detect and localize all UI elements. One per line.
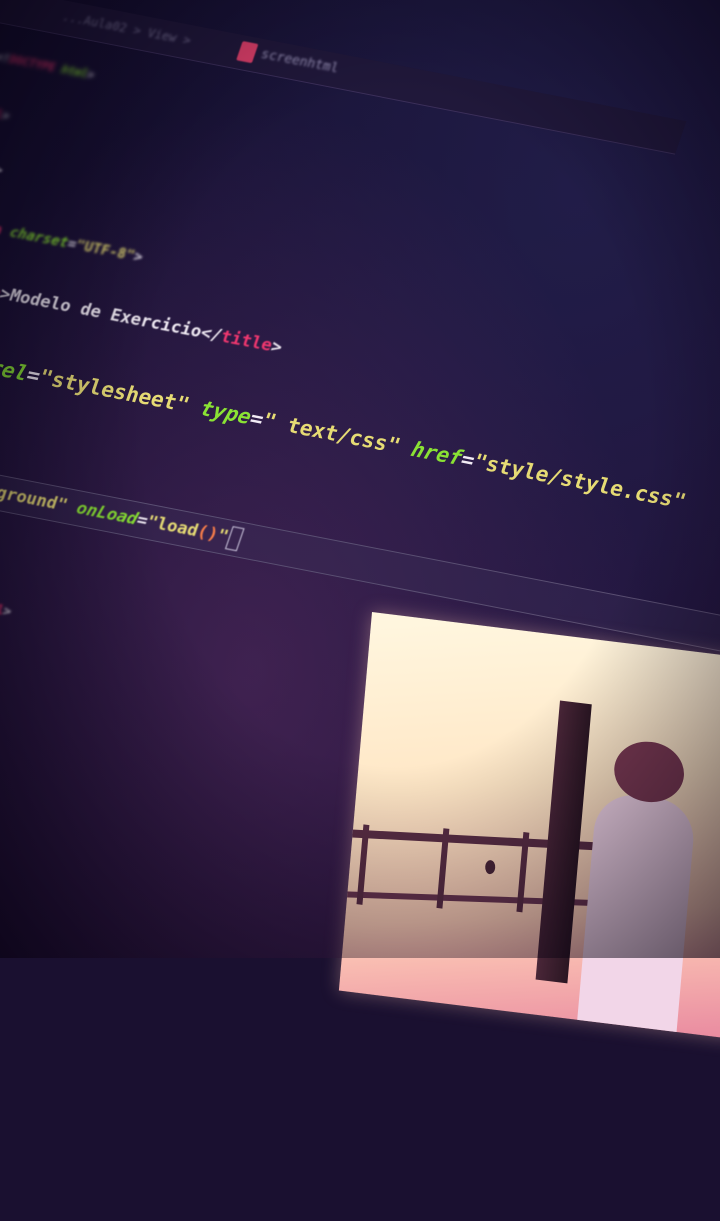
code-token: charset	[0, 222, 71, 252]
code-token: DOCTYPE	[7, 53, 58, 75]
code-token: title	[217, 326, 275, 356]
code-line[interactable]: <html>	[0, 103, 11, 123]
code-token: Modelo de Exercicio	[6, 285, 205, 343]
code-token: html	[52, 62, 90, 81]
person-silhouette	[576, 790, 697, 1040]
code-line[interactable]: <title>Modelo de Exercicio</title>	[0, 272, 285, 358]
code-line[interactable]: <link rel="stylesheet" type=" text/css" …	[0, 341, 690, 514]
code-line[interactable]: <h1>Hora do dia</h1>	[0, 576, 13, 620]
code-token: href	[395, 435, 466, 470]
code-line[interactable]: <!DOCTYPE html>	[0, 51, 96, 82]
current-line-highlight	[0, 436, 720, 662]
code-line[interactable]: <meta charset="UTF-8">	[0, 215, 145, 265]
tab-file-name[interactable]: screenhtml	[259, 47, 341, 76]
code-token: "UTF-8"	[73, 237, 137, 264]
code-token: "stylesheet"	[35, 365, 193, 417]
code-token: "style/style.css"	[470, 449, 690, 514]
code-line[interactable]: <head>	[0, 156, 5, 178]
code-token: >	[0, 162, 5, 178]
bird-silhouette	[484, 859, 496, 875]
photo-preview	[338, 612, 720, 1040]
code-token: type	[184, 393, 255, 429]
code-token: " text/css"	[259, 408, 404, 458]
html5-file-icon	[236, 41, 259, 64]
